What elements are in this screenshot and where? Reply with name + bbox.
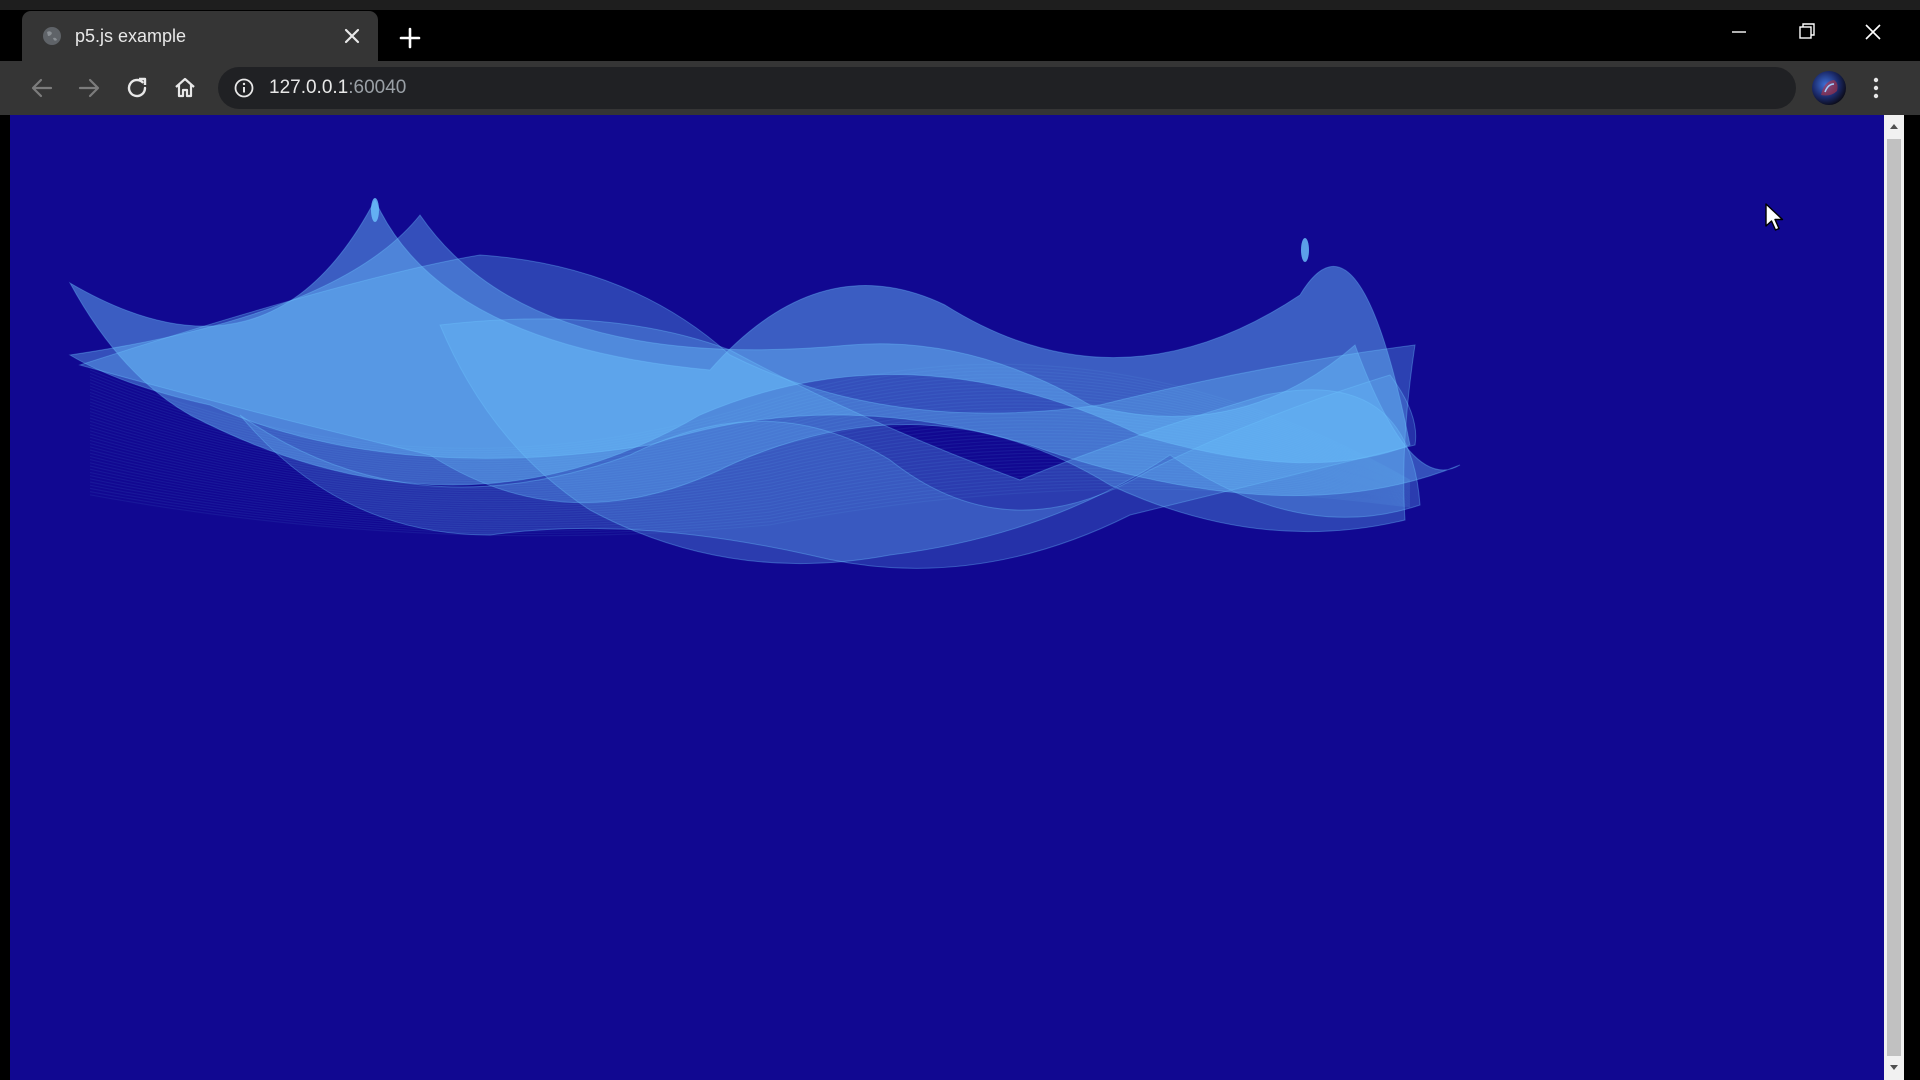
new-tab-plus-icon[interactable] <box>396 24 424 52</box>
restore-icon[interactable] <box>1773 10 1839 54</box>
avatar[interactable] <box>1812 71 1846 105</box>
scroll-down-arrow-icon[interactable] <box>1887 1061 1901 1075</box>
tab-close-icon[interactable] <box>340 24 364 48</box>
wave-peak <box>1301 238 1309 262</box>
scrollbar-thumb[interactable] <box>1887 139 1901 1056</box>
url-port: :60040 <box>348 77 407 98</box>
info-icon[interactable] <box>234 78 254 98</box>
window-border-right <box>1904 115 1920 1080</box>
tab-bar: p5.js example <box>0 10 1920 61</box>
forward-arrow-icon[interactable] <box>72 71 106 105</box>
close-window-icon[interactable] <box>1840 10 1906 54</box>
wave-sketch <box>68 198 1461 569</box>
tab-title: p5.js example <box>75 26 187 46</box>
scroll-up-arrow-icon[interactable] <box>1887 119 1901 133</box>
wave-layers <box>68 198 1461 569</box>
address-bar[interactable]: 127.0.0.1:60040 <box>218 67 1796 109</box>
browser-toolbar: 127.0.0.1:60040 <box>0 61 1920 115</box>
mouse-cursor-icon <box>1764 202 1786 232</box>
title-strip <box>0 0 1920 10</box>
vertical-scrollbar[interactable] <box>1884 115 1904 1080</box>
browser-window: p5.js example 127.0.0.1:60040 <box>0 0 1920 1080</box>
url-host: 127.0.0.1 <box>269 77 349 98</box>
globe-icon <box>42 26 62 46</box>
back-arrow-icon[interactable] <box>25 71 59 105</box>
kebab-menu-icon[interactable] <box>1866 73 1886 103</box>
url-text[interactable]: 127.0.0.1:60040 <box>269 77 406 99</box>
wave-peak <box>371 198 379 222</box>
tab-active[interactable]: p5.js example <box>22 11 378 61</box>
minimize-icon[interactable] <box>1706 10 1772 54</box>
p5-canvas[interactable] <box>10 115 1884 1080</box>
window-border-left <box>0 115 10 1080</box>
reload-icon[interactable] <box>120 71 154 105</box>
home-icon[interactable] <box>168 71 202 105</box>
